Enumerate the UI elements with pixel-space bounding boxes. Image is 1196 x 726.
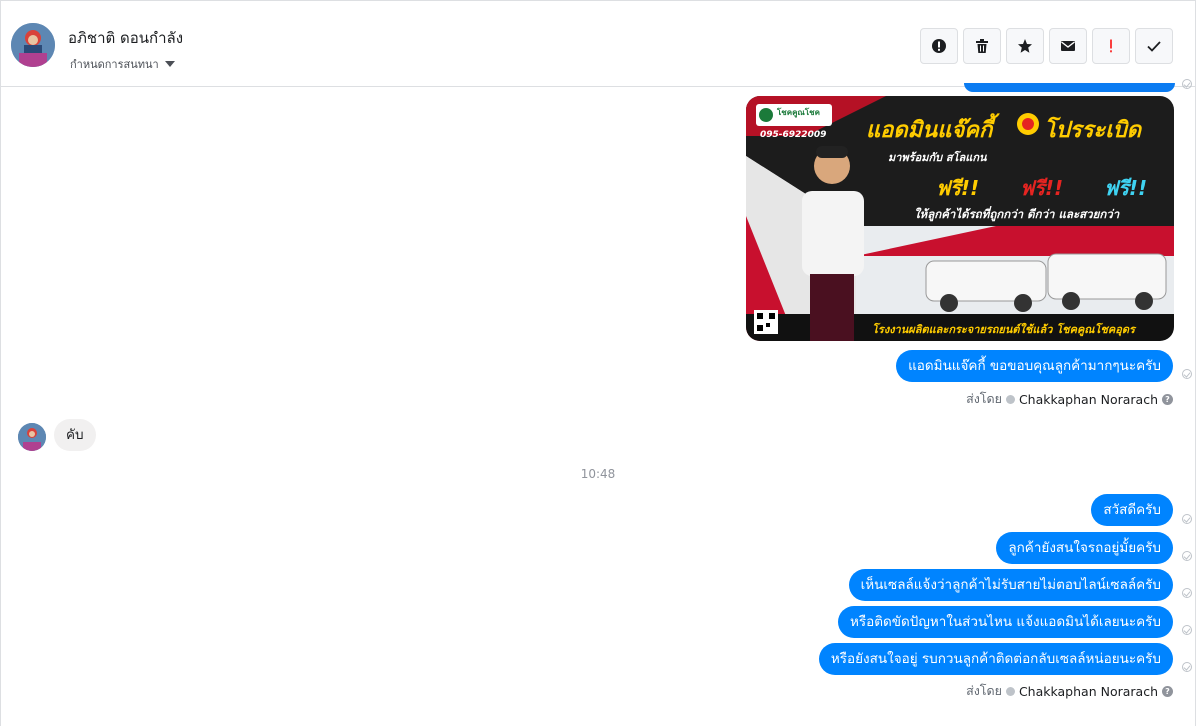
outgoing-message[interactable]: หรือยังสนใจอยู่ รบกวนลูกค้าติดต่อกลับเซล… — [818, 643, 1173, 675]
header-toolbar — [920, 28, 1173, 64]
follow-up-button[interactable] — [1092, 28, 1130, 64]
conversation-header: อภิชาติ ดอนกำลัง กำหนดการสนทนา — [1, 1, 1195, 87]
seen-icon — [1182, 79, 1192, 89]
outgoing-message[interactable]: ลูกค้ายังสนใจรถอยู่มั้ยครับ — [996, 532, 1173, 564]
mark-done-button[interactable] — [1135, 28, 1173, 64]
sent-by-line: ส่งโดย Chakkaphan Norarach ? — [966, 389, 1173, 409]
promo-phone: 095-6922009 — [760, 130, 827, 140]
contact-name[interactable]: อภิชาติ ดอนกำลัง — [68, 26, 183, 50]
envelope-icon — [1061, 41, 1075, 51]
seen-icon — [1182, 625, 1192, 635]
trash-icon — [976, 39, 988, 53]
promo-free-2: ฟรี!! — [1020, 176, 1064, 200]
help-icon[interactable]: ? — [1162, 685, 1173, 697]
sender-name[interactable]: Chakkaphan Norarach — [1019, 684, 1158, 699]
conversation-window: อภิชาติ ดอนกำลัง กำหนดการสนทนา โชคคูณโชค… — [0, 0, 1196, 726]
promo-headline: แอดมินแจ๊คกี้ — [866, 118, 993, 143]
alert-icon — [932, 39, 946, 53]
sent-by-label: ส่งโดย — [966, 391, 1002, 406]
outgoing-message[interactable]: สวัสดีครับ — [1091, 494, 1173, 526]
seen-icon — [1182, 514, 1192, 524]
seen-icon — [1182, 588, 1192, 598]
assign-label: กำหนดการสนทนา — [70, 58, 159, 71]
promo-headline-tail: โปรระเบิด — [1044, 118, 1142, 143]
promo-image-attachment[interactable]: โชคคูณโชค 095-6922009 แอดมินแจ๊คกี้ โปรร… — [746, 96, 1174, 341]
promo-free-3: ฟรี!! — [1104, 176, 1148, 200]
message-timestamp: 10:48 — [580, 467, 616, 481]
outgoing-message[interactable]: หรือติดขัดปัญหาในส่วนไหน แจ้งแอดมินได้เล… — [837, 606, 1173, 638]
promo-brand: โชคคูณโชค — [777, 108, 820, 117]
star-icon — [1018, 39, 1032, 53]
sender-name[interactable]: Chakkaphan Norarach — [1019, 392, 1158, 407]
check-icon — [1147, 41, 1161, 52]
outgoing-message[interactable]: แอดมินแจ๊คกี้ ขอขอบคุณลูกค้ามากๆนะครับ — [896, 350, 1173, 382]
exclamation-icon — [1110, 39, 1112, 53]
previous-message-bubble — [964, 83, 1175, 92]
seen-icon — [1182, 369, 1192, 379]
promo-subheadline: มาพร้อมกับ สโลแกน — [888, 151, 987, 164]
mark-spam-button[interactable] — [920, 28, 958, 64]
contact-avatar[interactable] — [11, 23, 55, 67]
page-icon — [1005, 686, 1015, 696]
promo-tagline: ให้ลูกค้าได้รถที่ถูกกว่า ดีกว่า และสวยกว… — [914, 207, 1120, 221]
promo-footer: โรงงานผลิตและกระจายรถยนต์ใช้แล้ว โชคคูณโ… — [872, 323, 1135, 336]
delete-button[interactable] — [963, 28, 1001, 64]
contact-avatar-small[interactable] — [18, 423, 46, 451]
promo-free-1: ฟรี!! — [936, 176, 980, 200]
sent-by-label: ส่งโดย — [966, 683, 1002, 698]
seen-icon — [1182, 662, 1192, 672]
conversation-assign-dropdown[interactable]: กำหนดการสนทนา — [70, 55, 175, 73]
outgoing-message[interactable]: เห็นเซลล์แจ้งว่าลูกค้าไม่รับสายไม่ตอบไลน… — [848, 569, 1173, 601]
seen-icon — [1182, 551, 1192, 561]
help-icon[interactable]: ? — [1162, 393, 1173, 405]
page-icon — [1005, 394, 1015, 404]
incoming-message[interactable]: คับ — [54, 419, 96, 451]
star-button[interactable] — [1006, 28, 1044, 64]
caret-down-icon — [164, 61, 175, 67]
mark-unread-button[interactable] — [1049, 28, 1087, 64]
sent-by-line: ส่งโดย Chakkaphan Norarach ? — [966, 681, 1173, 701]
